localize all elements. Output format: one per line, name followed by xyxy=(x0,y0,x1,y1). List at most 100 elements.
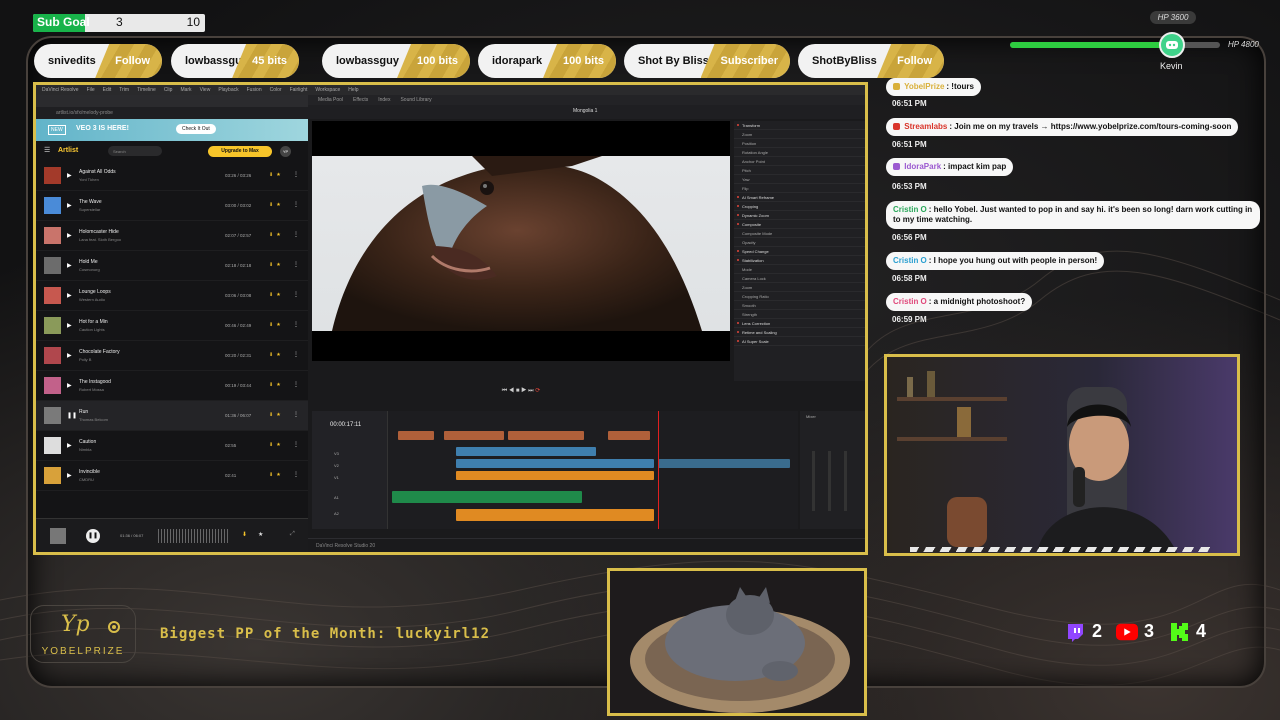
window-menu-item[interactable]: Edit xyxy=(103,87,112,93)
track-actions-icon[interactable]: ⬇★ xyxy=(269,232,284,238)
window-menu-item[interactable]: Mark xyxy=(180,87,191,93)
fader[interactable] xyxy=(812,451,815,511)
inspector-row[interactable]: Cropping Ratio xyxy=(734,292,865,301)
timeline[interactable]: 00:00:17:11 V3 V2 V1 A1 A2 xyxy=(312,411,798,529)
track-actions-icon[interactable]: ⬇★ xyxy=(269,352,284,358)
search-input[interactable]: Search xyxy=(108,146,162,156)
track-actions-icon[interactable]: ⬇★ xyxy=(269,172,284,178)
skip-forward-icon[interactable]: ⏭ xyxy=(528,388,533,394)
inspector-row[interactable]: Zoom xyxy=(734,130,865,139)
check-it-out-button[interactable]: Check It Out xyxy=(176,124,216,134)
track-row[interactable]: ▶ Hold Me Cosmonorg 02:18 / 02:18 ⬇★ ⋮ xyxy=(36,251,308,281)
more-icon[interactable]: ⋮ xyxy=(293,321,299,328)
sound-library-tab[interactable]: Sound Library xyxy=(400,97,431,103)
inspector-row[interactable]: Anchor Point xyxy=(734,157,865,166)
audio-clip[interactable] xyxy=(456,509,654,521)
index-tab[interactable]: Index xyxy=(378,97,390,103)
inspector-row[interactable]: Dynamic Zoom xyxy=(734,211,865,220)
more-icon[interactable]: ⋮ xyxy=(293,291,299,298)
window-menu-item[interactable]: DaVinci Resolve xyxy=(42,87,79,93)
stop-icon[interactable]: ■ xyxy=(516,388,520,394)
inspector-row[interactable]: Pitch xyxy=(734,166,865,175)
track-actions-icon[interactable]: ⬇★ xyxy=(269,262,284,268)
more-icon[interactable]: ⋮ xyxy=(293,441,299,448)
inspector-row[interactable]: Composite Mode xyxy=(734,229,865,238)
expand-icon[interactable]: ⤢ xyxy=(290,531,295,538)
window-menu-item[interactable]: File xyxy=(87,87,95,93)
play-icon[interactable]: ▶ xyxy=(67,232,72,239)
track-actions-icon[interactable]: ⬇★ xyxy=(269,412,284,418)
track-row[interactable]: ▶ Hot for a Min Caution Lights 00:46 / 02:4… xyxy=(36,311,308,341)
more-icon[interactable]: ⋮ xyxy=(293,381,299,388)
window-menu-item[interactable]: Trim xyxy=(119,87,129,93)
track-row[interactable]: ▶ The Wave Superstellar 03:00 / 03:02 ⬇★ ⋮ xyxy=(36,191,308,221)
play-icon[interactable]: ▶ xyxy=(521,388,526,394)
inspector-row[interactable]: Stabilization xyxy=(734,256,865,265)
more-icon[interactable]: ⋮ xyxy=(293,351,299,358)
inspector-row[interactable]: Composite xyxy=(734,220,865,229)
skip-back-icon[interactable]: ⏮ xyxy=(502,388,507,394)
window-menu-item[interactable]: Fusion xyxy=(247,87,262,93)
user-avatar[interactable]: YP xyxy=(280,146,291,157)
window-menu-item[interactable]: Fairlight xyxy=(290,87,308,93)
inspector-row[interactable]: Mode xyxy=(734,265,865,274)
track-row[interactable]: ▶ Lounge Loops Western Audio 03:06 / 03:08 ⬇… xyxy=(36,281,308,311)
more-icon[interactable]: ⋮ xyxy=(293,261,299,268)
track-row[interactable]: ▶ Invincible CMDRU 02:41 ⬇★ ⋮ xyxy=(36,461,308,491)
inspector-row[interactable]: Speed Change xyxy=(734,247,865,256)
timeline-clip[interactable] xyxy=(658,459,790,468)
window-menu-item[interactable]: Clip xyxy=(164,87,173,93)
more-icon[interactable]: ⋮ xyxy=(293,411,299,418)
track-row[interactable]: ▶ Holomcaster Hide Lana feat. Sloth Bergoo… xyxy=(36,221,308,251)
url-bar[interactable]: artlist.io/sfx/melody-probe xyxy=(36,107,308,119)
inspector-row[interactable]: Position xyxy=(734,139,865,148)
window-menu-item[interactable]: Color xyxy=(270,87,282,93)
inspector-row[interactable]: Camera Lock xyxy=(734,274,865,283)
inspector-row[interactable]: Flip xyxy=(734,184,865,193)
inspector-row[interactable]: Yaw xyxy=(734,175,865,184)
play-icon[interactable]: ▶ xyxy=(67,202,72,209)
track-row[interactable]: ▶ Caution Nimbla 02:55 ⬇★ ⋮ xyxy=(36,431,308,461)
playhead[interactable] xyxy=(658,411,659,529)
media-pool-tab[interactable]: Media Pool xyxy=(318,97,343,103)
timeline-clip[interactable] xyxy=(456,471,654,480)
window-menu-item[interactable]: Workspace xyxy=(315,87,340,93)
star-icon[interactable]: ★ xyxy=(258,531,263,538)
fader[interactable] xyxy=(828,451,831,511)
play-icon[interactable]: ▶ xyxy=(67,472,72,479)
video-viewer[interactable] xyxy=(312,156,730,331)
track-actions-icon[interactable]: ⬇★ xyxy=(269,322,284,328)
download-icon[interactable]: ⬇ xyxy=(242,531,247,538)
play-icon[interactable]: ▶ xyxy=(67,322,72,329)
play-icon[interactable]: ▶ xyxy=(67,262,72,269)
timeline-clip[interactable] xyxy=(398,431,434,440)
window-menu-item[interactable]: Help xyxy=(348,87,358,93)
timeline-clip[interactable] xyxy=(456,447,596,456)
track-row[interactable]: ❚❚ Run Thomas Belcorn 01:36 / 06:07 ⬇★ ⋮ xyxy=(36,401,308,431)
effects-tab[interactable]: Effects xyxy=(353,97,368,103)
more-icon[interactable]: ⋮ xyxy=(293,201,299,208)
rewind-icon[interactable]: ◀ xyxy=(509,388,514,394)
fader[interactable] xyxy=(844,451,847,511)
inspector-row[interactable]: Opacity xyxy=(734,238,865,247)
inspector-row[interactable]: Rotation Angle xyxy=(734,148,865,157)
play-icon[interactable]: ▶ xyxy=(67,292,72,299)
timeline-clip[interactable] xyxy=(456,459,654,468)
pause-icon[interactable]: ❚❚ xyxy=(67,412,77,419)
play-icon[interactable]: ▶ xyxy=(67,382,72,389)
timeline-clip[interactable] xyxy=(508,431,584,440)
play-icon[interactable]: ▶ xyxy=(67,352,72,359)
inspector-row[interactable]: AI Smart Reframe xyxy=(734,193,865,202)
waveform[interactable] xyxy=(158,529,228,543)
track-actions-icon[interactable]: ⬇★ xyxy=(269,202,284,208)
audio-clip[interactable] xyxy=(392,491,582,503)
more-icon[interactable]: ⋮ xyxy=(293,171,299,178)
track-row[interactable]: ▶ Chocolate Factory Polly B 00:20 / 02:31 ⬇★… xyxy=(36,341,308,371)
inspector-row[interactable]: Strength xyxy=(734,310,865,319)
menu-icon[interactable]: ☰ xyxy=(44,146,50,154)
inspector-row[interactable]: Lens Correction xyxy=(734,319,865,328)
browser-tabs[interactable] xyxy=(36,95,308,107)
loop-icon[interactable]: ⟳ xyxy=(535,388,540,394)
artlist-logo[interactable]: Artlist xyxy=(58,147,78,154)
timeline-clip[interactable] xyxy=(444,431,504,440)
